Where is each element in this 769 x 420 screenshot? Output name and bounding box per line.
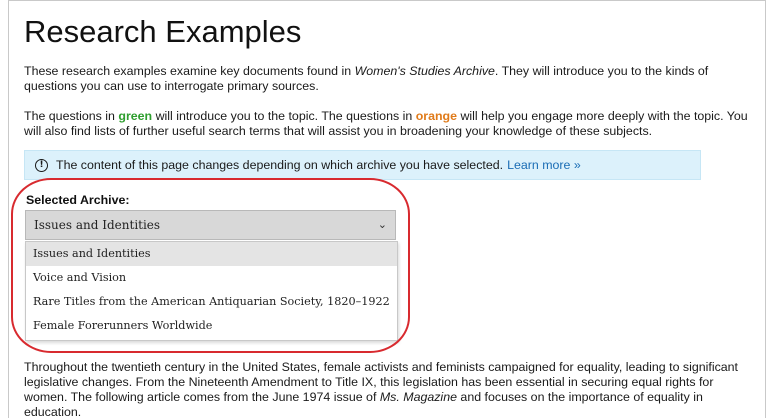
archive-select-value: Issues and Identities [34, 218, 161, 232]
archive-notice: ! The content of this page changes depen… [24, 150, 701, 180]
archive-dropdown-list: Issues and Identities Voice and Vision R… [25, 241, 398, 341]
archive-option-issues-and-identities[interactable]: Issues and Identities [26, 242, 397, 266]
archive-select[interactable]: Issues and Identities ⌄ [25, 210, 396, 240]
magazine-name: Ms. Magazine [379, 390, 457, 404]
archive-option-voice-and-vision[interactable]: Voice and Vision [26, 266, 397, 290]
archive-option-rare-titles[interactable]: Rare Titles from the American Antiquaria… [26, 290, 397, 314]
guide-text-2: will introduce you to the topic. The que… [152, 109, 416, 123]
orange-keyword: orange [415, 109, 458, 123]
archive-name: Women's Studies Archive [354, 64, 495, 78]
guide-text-1: The questions in [24, 109, 119, 123]
selected-archive-label: Selected Archive: [26, 193, 130, 207]
intro-paragraph: These research examples examine key docu… [24, 64, 759, 94]
body-paragraph: Throughout the twentieth century in the … [24, 360, 759, 420]
page-frame [8, 0, 766, 418]
info-icon: ! [35, 158, 48, 172]
intro-text-start: These research examples examine key docu… [24, 64, 355, 78]
learn-more-link[interactable]: Learn more » [507, 158, 581, 172]
chevron-down-icon: ⌄ [377, 218, 387, 231]
archive-option-female-forerunners[interactable]: Female Forerunners Worldwide [26, 314, 397, 338]
green-keyword: green [118, 109, 153, 123]
guide-paragraph: The questions in green will introduce yo… [24, 109, 759, 139]
notice-text: The content of this page changes dependi… [56, 158, 504, 172]
page-title: Research Examples [24, 14, 302, 49]
